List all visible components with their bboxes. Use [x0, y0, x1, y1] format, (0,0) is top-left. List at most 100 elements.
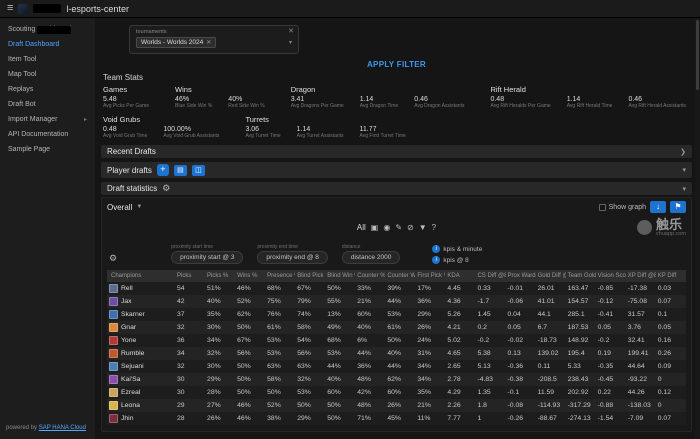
- chevron-down-icon[interactable]: ▼: [136, 204, 142, 210]
- info-icon[interactable]: i: [432, 256, 440, 264]
- column-header-picks[interactable]: Picks %: [205, 270, 235, 282]
- sidebar-item-draft-dashboard[interactable]: Draft Dashboard: [0, 37, 95, 52]
- stat-label: Avg Dragon Time: [360, 103, 399, 109]
- proximity-start-filter: proximity start time proximity start @ 3: [171, 244, 243, 264]
- column-header-blind-pick[interactable]: Blind Pick %: [295, 270, 325, 282]
- table-row-jax[interactable]: Jax4240%52%75%79%55%21%44%36%4.36-1.7-0.…: [107, 295, 686, 308]
- stat-label: Avg Rift Herald Time: [567, 103, 613, 109]
- sap-hana-cloud-link[interactable]: SAP HANA Cloud: [39, 425, 86, 431]
- proximity-start-pill[interactable]: proximity start @ 3: [171, 251, 243, 264]
- sidebar-item-replays[interactable]: Replays: [0, 82, 95, 97]
- column-header-cs-diff-8[interactable]: CS Diff @8: [475, 270, 505, 282]
- copy-draft-button[interactable]: ◫: [192, 165, 205, 176]
- table-row-yone[interactable]: Yone3634%67%53%54%68%6%50%24%5.02-0.2-0.…: [107, 334, 686, 347]
- stat-label: Avg Turret Assistants: [297, 133, 344, 139]
- apply-filter-button[interactable]: APPLY FILTER: [101, 60, 692, 69]
- column-header-vision-score-diff[interactable]: Vision Score Diff: [596, 270, 626, 282]
- tournament-tag[interactable]: Worlds - Worlds 2024 ✕: [136, 37, 216, 48]
- column-header-team-gold-diff[interactable]: Team Gold Diff: [566, 270, 596, 282]
- stat-label: Avg Rift Heralds Per Game: [490, 103, 550, 109]
- sidebar-item-api-documentation[interactable]: API Documentation: [0, 127, 95, 142]
- hamburger-menu-icon[interactable]: ≡: [7, 3, 13, 14]
- gear-icon[interactable]: ⚙: [162, 183, 170, 194]
- column-header-presence[interactable]: Presence %: [265, 270, 295, 282]
- column-header-kp-diff[interactable]: KP Diff: [656, 270, 686, 282]
- sidebar-item-label: Map Tool: [8, 71, 36, 78]
- column-header-xp-diff-8[interactable]: XP Diff @8: [626, 270, 656, 282]
- stat-cell: 21%: [415, 399, 445, 412]
- column-header-champions[interactable]: Champions: [107, 270, 175, 282]
- info-icon[interactable]: i: [432, 245, 440, 253]
- grid-icon[interactable]: ▣: [371, 223, 379, 232]
- chevron-down-icon[interactable]: ▾: [289, 39, 292, 46]
- column-header-counter[interactable]: Counter %: [355, 270, 385, 282]
- column-header-wins[interactable]: Wins %: [235, 270, 265, 282]
- stat-cell: -17.38: [626, 282, 656, 295]
- column-header-counter-win[interactable]: Counter Win %: [385, 270, 415, 282]
- overall-tab[interactable]: Overall: [107, 203, 132, 212]
- help-icon[interactable]: ?: [432, 223, 436, 232]
- save-draft-button[interactable]: ▤: [174, 165, 187, 176]
- table-row-skarner[interactable]: Skarner3735%62%76%74%13%60%53%29%5.261.4…: [107, 308, 686, 321]
- tag-remove-icon[interactable]: ✕: [206, 39, 211, 46]
- eye-icon[interactable]: ◉: [383, 223, 390, 232]
- table-row-leona[interactable]: Leona2927%46%52%50%50%48%26%21%2.261.8-0…: [107, 399, 686, 412]
- chevron-down-icon[interactable]: ▾: [682, 166, 686, 174]
- sidebar-item-item-tool[interactable]: Item Tool: [0, 52, 95, 67]
- column-header-kda[interactable]: KDA: [445, 270, 475, 282]
- pencil-icon[interactable]: ✎: [395, 223, 402, 232]
- add-draft-button[interactable]: +: [157, 164, 169, 176]
- stat-cell: 53%: [325, 347, 355, 360]
- table-row-sejuani[interactable]: Sejuani3230%50%63%63%44%36%44%34%2.655.1…: [107, 360, 686, 373]
- stat-label: Avg Rift Herald Assistants: [628, 103, 685, 109]
- stat-cell: -93.22: [626, 373, 656, 386]
- stat-cell: -75.08: [626, 295, 656, 308]
- stat-cell: 36%: [415, 295, 445, 308]
- table-row-ezreal[interactable]: Ezreal3028%50%50%53%60%42%60%35%4.291.35…: [107, 386, 686, 399]
- show-graph-toggle[interactable]: Show graph: [599, 204, 646, 211]
- column-header-prox-wards-diff[interactable]: Prox Wards Diff: [506, 270, 536, 282]
- stat-cell: 31%: [415, 347, 445, 360]
- player-drafts-bar[interactable]: Player drafts + ▤ ◫ ▾: [101, 162, 692, 178]
- show-graph-checkbox[interactable]: [599, 204, 606, 211]
- flag-button[interactable]: ⚑: [670, 201, 686, 213]
- recent-drafts-bar[interactable]: Recent Drafts ❯: [101, 145, 692, 158]
- stat-cell: -0.08: [506, 399, 536, 412]
- stat-label: Avg Picks Per Game: [103, 103, 149, 109]
- draft-statistics-bar[interactable]: Draft statistics ⚙ ▾: [101, 182, 692, 195]
- sidebar-item-map-tool[interactable]: Map Tool: [0, 67, 95, 82]
- scope-all-label[interactable]: All: [357, 223, 366, 232]
- chevron-right-icon[interactable]: ❯: [680, 148, 686, 156]
- stat-label: Avg Dragons Per Game: [291, 103, 344, 109]
- sidebar-item-sample-page[interactable]: Sample Page: [0, 142, 95, 157]
- sidebar-item-scouting-dashboard[interactable]: Scouting Dashboard: [0, 22, 95, 37]
- sidebar-item-import-manager[interactable]: Import Manager▸: [0, 112, 95, 127]
- settings-gear-icon[interactable]: ⚙: [109, 253, 117, 264]
- column-header-gold-diff-8[interactable]: Gold Diff @8: [536, 270, 566, 282]
- distance-pill[interactable]: distance 2000: [342, 251, 400, 264]
- stat-cell: 61%: [265, 321, 295, 334]
- proximity-end-pill[interactable]: proximity end @ 8: [257, 251, 327, 264]
- table-row-rell[interactable]: Rell5451%46%68%67%50%33%39%17%4.450.33-0…: [107, 282, 686, 295]
- funnel-icon[interactable]: ▼: [419, 223, 427, 232]
- table-row-jhin[interactable]: Jhin2826%46%38%29%50%71%45%11%7.771-0.26…: [107, 412, 686, 425]
- column-header-picks[interactable]: Picks: [175, 270, 205, 282]
- stat-cell: 34%: [415, 360, 445, 373]
- table-row-kai-sa[interactable]: Kai'Sa3029%50%58%32%40%48%62%34%2.78-4.8…: [107, 373, 686, 386]
- stat-cell: 29: [175, 399, 205, 412]
- stat-cell: 50%: [325, 282, 355, 295]
- column-header-first-pick[interactable]: First Pick %: [415, 270, 445, 282]
- stat-cell: 63%: [295, 360, 325, 373]
- close-icon[interactable]: ✕: [288, 27, 294, 35]
- column-header-blind-win[interactable]: Blind Win %: [325, 270, 355, 282]
- slash-icon[interactable]: ⊘: [407, 223, 414, 232]
- download-button[interactable]: ↓: [650, 201, 666, 213]
- stat-cell: 53%: [295, 386, 325, 399]
- sidebar-item-draft-bot[interactable]: Draft Bot: [0, 97, 95, 112]
- stat-cell: 46%: [235, 399, 265, 412]
- scrollbar-thumb[interactable]: [696, 20, 699, 90]
- table-row-rumble[interactable]: Rumble3432%56%53%56%53%44%40%31%4.655.38…: [107, 347, 686, 360]
- table-row-gnar[interactable]: Gnar3230%50%61%58%49%40%61%26%4.210.20.0…: [107, 321, 686, 334]
- stat-cell: 26%: [205, 412, 235, 425]
- chevron-down-icon[interactable]: ▾: [682, 185, 686, 193]
